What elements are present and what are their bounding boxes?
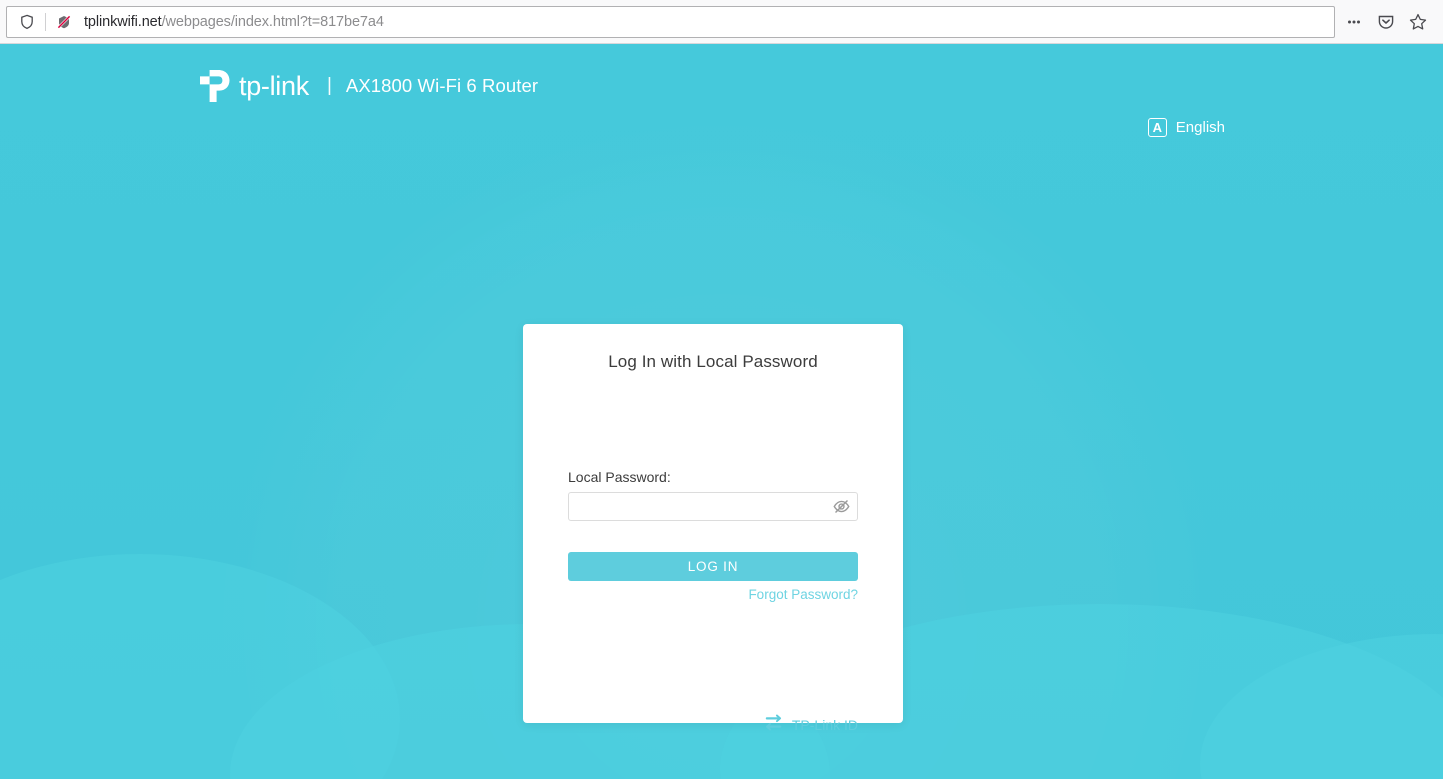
brand-wordmark: tp-link	[239, 70, 309, 101]
language-badge-icon: A	[1147, 118, 1167, 137]
router-login-page: tp-link | AX1800 Wi-Fi 6 Router A Englis…	[0, 44, 1443, 779]
blocked-permission-icon[interactable]	[50, 8, 78, 36]
router-model-name: AX1800 Wi-Fi 6 Router	[345, 75, 539, 96]
pocket-save-icon[interactable]	[1371, 7, 1401, 37]
tplink-id-label: TP-Link ID	[791, 717, 858, 733]
login-card: Log In with Local Password Local Passwor…	[523, 324, 903, 733]
eye-slash-icon[interactable]	[825, 493, 857, 520]
tp-link-logo-mark	[196, 68, 236, 104]
swap-arrows-icon	[764, 714, 783, 736]
forgot-password-link[interactable]: Forgot Password?	[748, 587, 858, 602]
tplink-id-switch[interactable]: TP-Link ID	[764, 714, 858, 736]
brand-logo: tp-link | AX1800 Wi-Fi 6 Router	[196, 68, 538, 104]
language-label: English	[1175, 119, 1225, 136]
ellipsis-menu-icon[interactable]	[1339, 7, 1369, 37]
login-button[interactable]: LOG IN	[568, 552, 858, 581]
page-title: Log In with Local Password	[608, 352, 818, 371]
url-text: tplinkwifi.net/webpages/index.html?t=817…	[78, 14, 384, 30]
url-bar[interactable]: tplinkwifi.net/webpages/index.html?t=817…	[6, 5, 1335, 38]
background-cloud	[0, 554, 400, 779]
browser-chrome: tplinkwifi.net/webpages/index.html?t=817…	[0, 0, 1443, 44]
star-bookmark-icon[interactable]	[1403, 7, 1433, 37]
url-bar-divider	[45, 12, 46, 31]
page-header: tp-link | AX1800 Wi-Fi 6 Router A Englis…	[0, 44, 1443, 137]
shield-icon[interactable]	[13, 8, 41, 36]
brand-separator: |	[326, 75, 332, 96]
language-switcher[interactable]: A English	[1147, 118, 1225, 137]
browser-toolbar-actions	[1339, 7, 1437, 37]
url-host: tplinkwifi.net	[84, 13, 162, 30]
url-path: /webpages/index.html?t=817be7a4	[161, 13, 384, 30]
background-cloud	[1200, 634, 1443, 779]
password-label: Local Password:	[568, 469, 671, 485]
password-field[interactable]	[568, 492, 858, 521]
password-input[interactable]	[569, 493, 825, 520]
